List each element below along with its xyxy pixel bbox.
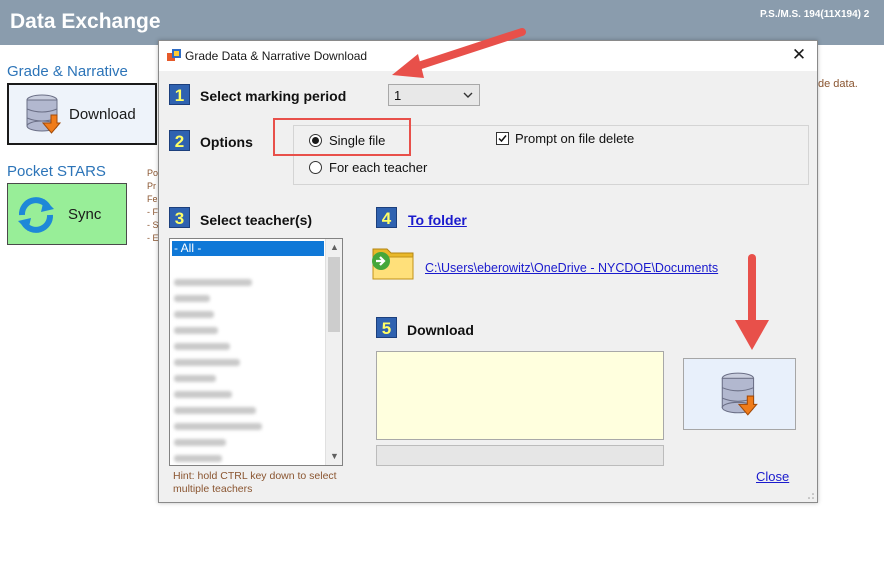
prompt-delete-label[interactable]: Prompt on file delete — [515, 131, 634, 146]
list-item[interactable] — [174, 311, 214, 318]
highlight-box — [273, 118, 411, 156]
download-button-label: Download — [69, 106, 136, 123]
list-item[interactable] — [174, 391, 232, 398]
step-5-badge: 5 — [376, 317, 397, 338]
scroll-up-icon[interactable]: ▲ — [326, 239, 342, 256]
list-item[interactable] — [174, 423, 262, 430]
download-log[interactable] — [376, 351, 664, 440]
close-icon[interactable]: ✕ — [789, 45, 809, 65]
app-window-icon — [167, 49, 181, 61]
list-item[interactable] — [174, 343, 230, 350]
step-3-label: Select teacher(s) — [200, 212, 313, 228]
chevron-down-icon — [463, 92, 473, 98]
list-item[interactable] — [174, 359, 240, 366]
sync-button[interactable]: Sync — [7, 183, 127, 245]
download-dialog: Grade Data & Narrative Download ✕ 1 Sele… — [158, 40, 818, 503]
side-text-4: - F — [147, 207, 158, 217]
hint-text: Hint: hold CTRL key down to select multi… — [173, 470, 337, 495]
teacher-listbox[interactable]: - All - ▲ ▼ — [169, 238, 343, 466]
side-text-1: Po — [147, 168, 159, 178]
step-1-badge: 1 — [169, 84, 190, 105]
to-folder-link[interactable]: To folder — [408, 212, 467, 228]
list-item[interactable] — [174, 455, 222, 462]
step-2-badge: 2 — [169, 130, 190, 151]
step-3-badge: 3 — [169, 207, 190, 228]
right-text-fragment: de data. — [818, 78, 858, 90]
side-text-3: Fe — [147, 194, 158, 204]
resize-grip-icon[interactable] — [807, 492, 815, 500]
download-button[interactable]: Download — [7, 83, 157, 145]
teacher-item-all[interactable]: - All - — [172, 241, 324, 256]
each-teacher-radio[interactable] — [309, 161, 322, 174]
step-5-label: Download — [407, 322, 474, 338]
list-item[interactable] — [174, 407, 256, 414]
folder-icon[interactable] — [369, 241, 417, 283]
folder-path-link[interactable]: C:\Users\eberowitz\OneDrive - NYCDOE\Doc… — [425, 261, 718, 275]
database-download-icon — [26, 94, 62, 134]
list-item[interactable] — [174, 327, 218, 334]
step-2-label: Options — [200, 134, 253, 150]
list-item[interactable] — [174, 279, 252, 286]
sync-icon — [18, 197, 54, 233]
close-link[interactable]: Close — [756, 469, 789, 484]
list-item[interactable] — [174, 295, 210, 302]
database-download-icon — [721, 372, 758, 416]
list-item[interactable] — [174, 439, 226, 446]
pocket-stars-title: Pocket STARS — [7, 163, 106, 180]
screen: Data Exchange P.S./M.S. 194(11X194) 2 Gr… — [0, 0, 884, 561]
side-text-5: - S — [147, 220, 159, 230]
marking-period-select[interactable]: 1 — [388, 84, 480, 106]
checkmark-icon — [498, 135, 507, 143]
marking-period-value: 1 — [394, 88, 402, 103]
app-header: Data Exchange P.S./M.S. 194(11X194) 2 — [0, 0, 884, 45]
download-progress — [376, 445, 664, 466]
dialog-title: Grade Data & Narrative Download — [185, 49, 368, 63]
prompt-delete-checkbox[interactable] — [496, 132, 509, 145]
grade-narrative-title: Grade & Narrative — [7, 63, 128, 80]
each-teacher-label[interactable]: For each teacher — [329, 160, 427, 175]
side-text-2: Pr — [147, 181, 156, 191]
sync-button-label: Sync — [68, 206, 102, 223]
scroll-thumb[interactable] — [328, 257, 340, 332]
side-text-6: - E — [147, 233, 159, 243]
app-title: Data Exchange — [10, 10, 161, 33]
start-download-button[interactable] — [683, 358, 796, 430]
school-label: P.S./M.S. 194(11X194) 2 — [760, 9, 870, 20]
list-item[interactable] — [174, 375, 216, 382]
scroll-down-icon[interactable]: ▼ — [326, 448, 342, 465]
dialog-titlebar[interactable]: Grade Data & Narrative Download ✕ — [159, 41, 817, 71]
step-4-badge: 4 — [376, 207, 397, 228]
step-1-label: Select marking period — [200, 88, 347, 104]
list-scrollbar[interactable]: ▲ ▼ — [325, 239, 342, 465]
